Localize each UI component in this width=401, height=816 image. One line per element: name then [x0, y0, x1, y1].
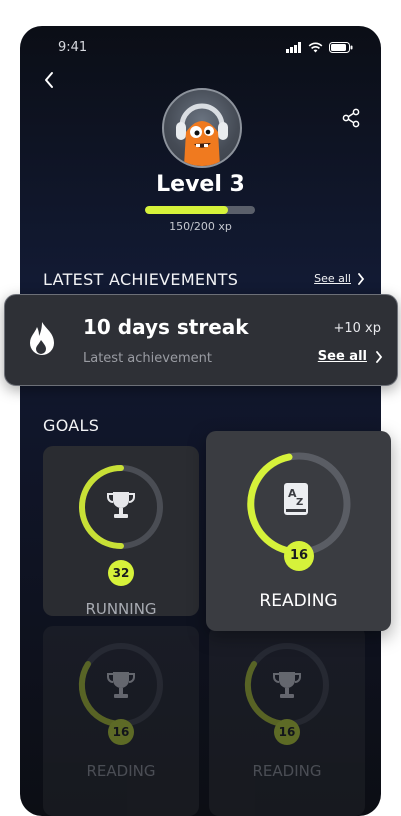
trophy-icon: [107, 672, 135, 698]
chevron-right-icon: [358, 272, 365, 285]
share-icon[interactable]: [339, 106, 363, 130]
status-bar: 9:41: [20, 40, 381, 60]
goal-count-badge: 32: [108, 560, 134, 586]
xp-progress-bar: [145, 206, 255, 214]
streak-title: 10 days streak: [83, 315, 249, 339]
trophy-icon: [107, 492, 135, 518]
goal-card-reading-2[interactable]: 16 READING: [43, 626, 199, 816]
goal-label: READING: [252, 762, 322, 780]
back-chevron-icon[interactable]: [38, 68, 62, 92]
goal-label: READING: [259, 591, 338, 611]
status-time: 9:41: [58, 40, 88, 55]
app-screen: 9:41 Level 3 150/200 xp LATEST ACHIEVEME…: [20, 26, 381, 816]
streak-see-all-link[interactable]: See all: [318, 349, 383, 364]
goal-count-badge: 16: [284, 541, 314, 571]
goal-card-running[interactable]: 32 RUNNING: [43, 446, 199, 618]
xp-progress-fill: [145, 206, 228, 214]
goal-label: READING: [86, 762, 156, 780]
latest-see-all-link[interactable]: See all: [314, 272, 365, 285]
signal-icon: [286, 42, 301, 53]
streak-xp: +10 xp: [333, 321, 381, 336]
battery-icon: [329, 42, 353, 53]
goal-count-badge: 16: [274, 719, 300, 745]
see-all-label: See all: [314, 272, 351, 285]
book-az-icon: A Z: [284, 483, 308, 515]
xp-text: 150/200 xp: [169, 220, 232, 233]
avatar: [162, 88, 242, 168]
wifi-icon: [308, 42, 323, 53]
streak-subtitle: Latest achievement: [83, 351, 212, 366]
goal-card-reading-3[interactable]: 16 READING: [209, 626, 365, 816]
mascot-avatar-icon: [176, 103, 228, 166]
level-title: Level 3: [156, 172, 245, 197]
goals-heading: GOALS: [43, 416, 100, 435]
flame-icon: [30, 322, 54, 355]
chevron-right-icon: [376, 350, 383, 363]
latest-achievements-heading: LATEST ACHIEVEMENTS: [43, 270, 239, 289]
see-all-label: See all: [317, 349, 367, 364]
streak-achievement-card[interactable]: 10 days streak Latest achievement +10 xp…: [4, 294, 398, 386]
trophy-icon: [273, 672, 301, 698]
svg-text:Z: Z: [296, 497, 303, 508]
goal-label: RUNNING: [85, 600, 157, 618]
status-icons: [286, 42, 353, 53]
goal-card-reading[interactable]: A Z 16 READING: [206, 431, 391, 631]
goal-count-badge: 16: [108, 719, 134, 745]
